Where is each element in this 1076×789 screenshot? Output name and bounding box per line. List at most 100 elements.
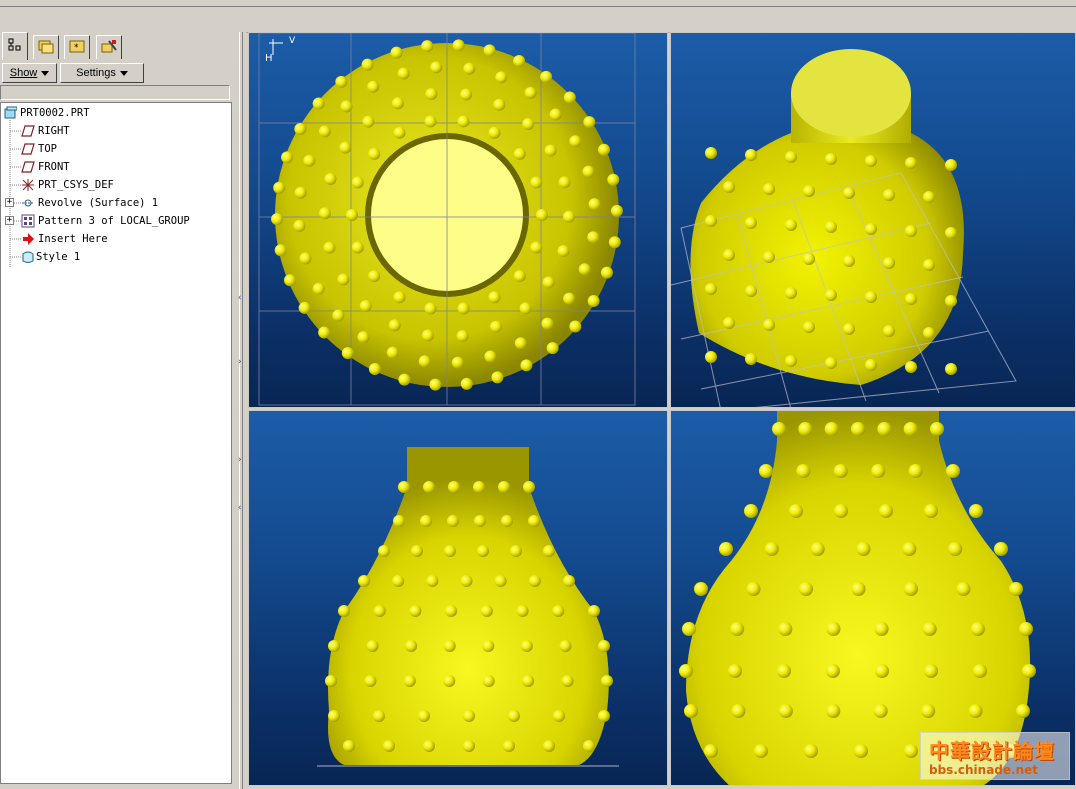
surface-bump (803, 321, 815, 333)
surface-bump (543, 545, 555, 557)
surface-bump (393, 515, 405, 527)
front-view-viewport[interactable] (248, 410, 668, 786)
tree-item-label: Pattern 3 of LOCAL_GROUP (38, 215, 190, 227)
expand-right-icon[interactable]: › (237, 456, 242, 465)
tree-filter-bar[interactable] (0, 85, 230, 100)
surface-bump (426, 575, 439, 587)
tree-item-insert-here[interactable]: Insert Here (21, 230, 108, 248)
surface-bump (513, 55, 526, 68)
surface-bump (312, 282, 325, 295)
expand-right-icon[interactable]: › (237, 358, 242, 367)
surface-bump (541, 317, 554, 330)
surface-bump (398, 373, 411, 386)
surface-bump (520, 359, 533, 372)
tree-item-root[interactable]: PRT0002.PRT (3, 104, 90, 122)
surface-bump (460, 377, 473, 390)
collapse-left-icon[interactable]: ‹ (237, 294, 242, 303)
surface-bump (826, 704, 841, 718)
tree-item-style[interactable]: Style 1 (21, 248, 80, 266)
surface-bump (745, 149, 757, 161)
surface-bump (561, 675, 574, 687)
surface-bump (273, 181, 286, 194)
surface-bump (457, 302, 470, 315)
surface-bump (328, 710, 340, 722)
surface-bump (398, 481, 410, 493)
surface-bump (930, 422, 944, 436)
tree-item-label: PRT_CSYS_DEF (38, 179, 114, 191)
surface-bump (483, 44, 496, 57)
expand-revolve-toggle[interactable]: + (5, 198, 14, 207)
surface-bump (843, 187, 855, 199)
surface-bump (495, 71, 508, 84)
tree-item-revolve[interactable]: Revolve (Surface) 1 (21, 194, 158, 212)
show-button[interactable]: Show (2, 63, 57, 83)
surface-bump (542, 276, 555, 289)
surface-bump (843, 323, 855, 335)
surface-bump (358, 575, 370, 587)
tree-item-csys[interactable]: PRT_CSYS_DEF (21, 176, 114, 194)
surface-bump (875, 664, 889, 678)
surface-bump (789, 504, 803, 518)
tree-item-right[interactable]: RIGHT (21, 122, 70, 140)
surface-bump (945, 295, 957, 307)
surface-bump (409, 605, 422, 617)
coordinate-system-icon (21, 178, 35, 192)
collapse-left-icon[interactable]: ‹ (237, 504, 242, 513)
settings-button[interactable]: Settings (60, 63, 144, 83)
surface-bump (494, 575, 507, 587)
top-view-canvas[interactable]: H V (249, 33, 668, 408)
surface-bump (445, 605, 458, 617)
surface-bump (351, 241, 364, 254)
tree-item-top[interactable]: TOP (21, 140, 57, 158)
surface-bump (460, 575, 473, 587)
surface-bump (411, 545, 423, 557)
favorites-tab[interactable]: * (64, 35, 90, 59)
surface-bump (904, 744, 918, 758)
surface-bump (281, 151, 294, 164)
connections-tab[interactable] (96, 35, 122, 59)
side-zoom-canvas[interactable] (671, 411, 1076, 786)
top-view-viewport[interactable]: H V (248, 32, 668, 408)
model-tree-tab[interactable] (2, 32, 28, 60)
surface-bump (397, 67, 410, 80)
surface-bump (803, 185, 815, 197)
watermark-url: bbs.chinade.net (929, 763, 1038, 777)
surface-bump (444, 545, 456, 557)
surface-bump (456, 329, 469, 342)
surface-bump (323, 241, 336, 254)
surface-bump (826, 664, 840, 678)
side-zoom-viewport[interactable] (670, 410, 1076, 786)
surface-bump (826, 622, 841, 636)
top-toolbar-area (0, 0, 1076, 33)
tree-item-front[interactable]: FRONT (21, 158, 70, 176)
surface-bump (368, 270, 381, 283)
surface-bump (684, 704, 698, 718)
surface-bump (519, 302, 532, 315)
surface-bump (418, 355, 431, 368)
iso-view-canvas[interactable] (671, 33, 1076, 408)
surface-bump (543, 740, 555, 752)
surface-bump (587, 294, 600, 307)
site-watermark: 中華設計論壇 bbs.chinade.net (920, 732, 1070, 780)
surface-bump (319, 207, 332, 220)
tree-item-label: RIGHT (38, 125, 70, 137)
chevron-down-icon (119, 70, 128, 76)
panel-splitter[interactable]: ‹ › › ‹ (236, 32, 246, 789)
expand-pattern-toggle[interactable]: + (5, 216, 14, 225)
surface-bump (879, 504, 893, 518)
surface-bump (366, 640, 379, 652)
iso-view-viewport[interactable] (670, 32, 1076, 408)
surface-bump (723, 317, 735, 329)
surface-bump (610, 204, 623, 217)
tree-item-pattern[interactable]: Pattern 3 of LOCAL_GROUP (21, 212, 190, 230)
front-view-canvas[interactable] (249, 411, 668, 786)
surface-bump (390, 46, 403, 59)
folder-browser-tab[interactable] (33, 35, 59, 59)
surface-bump (530, 176, 543, 189)
surface-bump (312, 97, 325, 110)
surface-bump (905, 361, 917, 373)
surface-bump (583, 740, 595, 752)
surface-bump (346, 209, 358, 221)
surface-bump (429, 378, 442, 391)
surface-bump (924, 504, 938, 518)
